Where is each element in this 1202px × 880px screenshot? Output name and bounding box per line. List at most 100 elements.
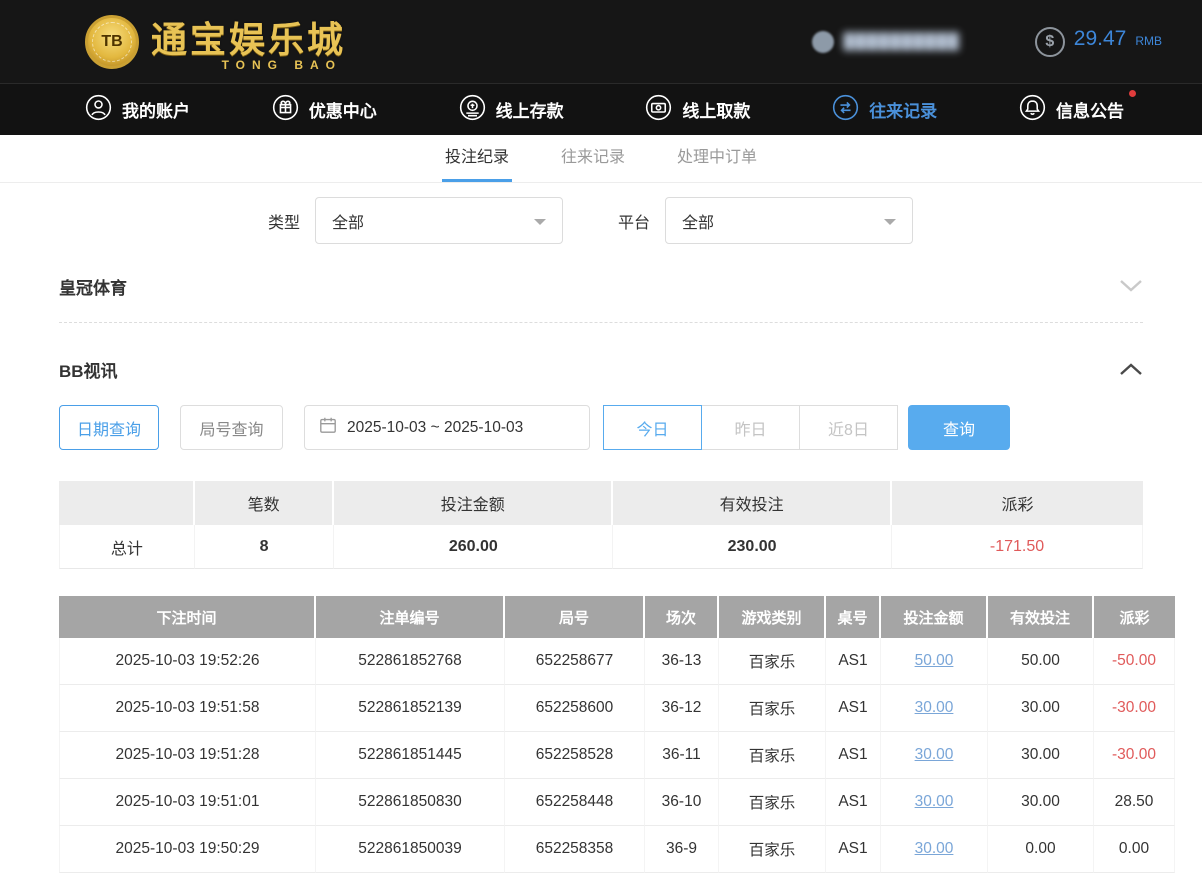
coin-withdraw-icon [645,94,672,126]
cell-valid-bet: 30.00 [988,685,1094,732]
bet-amount-link[interactable]: 50.00 [915,652,954,669]
type-select[interactable]: 全部 [315,197,564,244]
bell-icon [1019,94,1046,126]
table-row: 2025-10-03 19:51:01 522861850830 6522584… [59,779,1175,826]
cell-round: 652258448 [505,779,645,826]
summary-total-row: 总计 8 260.00 230.00 -171.50 [59,525,1143,569]
col-header-payout: 派彩 [1094,596,1175,638]
chevron-down-icon[interactable] [1119,279,1143,293]
platform-select[interactable]: 全部 [665,197,914,244]
chevron-up-icon[interactable] [1119,362,1143,376]
cell-desk: AS1 [826,779,881,826]
summary-header-valid: 有效投注 [613,481,892,525]
cell-round: 652258358 [505,826,645,873]
platform-select-value: 全部 [682,214,715,232]
col-header-game-type: 游戏类别 [719,596,826,638]
summary-table: 笔数 投注金额 有效投注 派彩 总计 8 260.00 230.00 -171.… [59,481,1143,569]
cell-game: 百家乐 [719,685,826,732]
cell-round: 652258600 [505,685,645,732]
calendar-icon [319,416,337,439]
dashed-divider [59,322,1143,323]
cell-payout: -30.00 [1094,732,1175,779]
date-query-button[interactable]: 日期查询 [59,405,159,450]
bet-amount-link[interactable]: 30.00 [915,699,954,716]
cell-valid-bet: 30.00 [988,779,1094,826]
col-header-desk: 桌号 [826,596,881,638]
nav-item-records[interactable]: 往来记录 [832,94,937,126]
user-icon [85,94,112,126]
type-filter-label: 类型 [268,214,301,232]
cell-valid-bet: 0.00 [988,826,1094,873]
cell-bet-id: 522861852139 [316,685,505,732]
cell-time: 2025-10-03 19:52:26 [59,638,316,685]
summary-header-bet: 投注金额 [334,481,614,525]
summary-bet: 260.00 [334,525,614,569]
cell-game: 百家乐 [719,732,826,779]
summary-header-blank [59,481,195,525]
type-select-value: 全部 [332,214,365,232]
nav-label: 信息公告 [1055,102,1124,121]
summary-header-payout: 派彩 [892,481,1143,525]
balance-currency: RMB [1135,33,1162,48]
col-header-round: 局号 [505,596,645,638]
round-query-button[interactable]: 局号查询 [180,405,283,450]
table-row: 2025-10-03 19:51:28 522861851445 6522585… [59,732,1175,779]
balance-amount: 29.47 [1073,26,1127,50]
transfer-records-icon [832,94,859,126]
last-8-days-button[interactable]: 近8日 [799,405,898,450]
bet-amount-link[interactable]: 30.00 [915,746,954,763]
bet-amount-link[interactable]: 30.00 [915,840,954,857]
col-header-valid-bet: 有效投注 [988,596,1094,638]
cell-bet-id: 522861852768 [316,638,505,685]
user-account[interactable]: ██████████ [812,30,959,53]
cell-desk: AS1 [826,685,881,732]
table-row: 2025-10-03 19:51:58 522861852139 6522586… [59,685,1175,732]
balance[interactable]: $ 29.47 RMB [1034,26,1162,57]
nav-item-promotions[interactable]: 优惠中心 [272,94,377,126]
summary-header-count: 笔数 [194,481,335,525]
cell-time: 2025-10-03 19:51:58 [59,685,316,732]
nav-label: 我的账户 [122,102,190,121]
nav-item-announcements[interactable]: 信息公告 [1019,89,1136,126]
tab-transaction-records[interactable]: 往来记录 [558,135,628,182]
cell-payout: 28.50 [1094,779,1175,826]
brand-chip-icon: TB [85,14,139,69]
main-nav: 我的账户 优惠中心 线上存款 线上取款 往来记录 信息公告 [0,83,1202,135]
cell-session: 36-10 [645,779,719,826]
col-header-session: 场次 [645,596,719,638]
notification-dot [1128,89,1136,97]
cell-time: 2025-10-03 19:51:28 [59,732,316,779]
cell-bet-id: 522861851445 [316,732,505,779]
nav-label: 往来记录 [869,102,938,121]
chevron-down-icon [534,218,547,225]
brand-logo: TB 通宝娱乐城 TONG BAO [85,11,346,72]
section-crown-sports: 皇冠体育 [59,264,1143,308]
section-title-crown-sports: 皇冠体育 [59,278,127,298]
brand-name: 通宝娱乐城 [151,20,347,60]
brand-badge-text: TB [92,21,132,62]
search-button[interactable]: 查询 [908,405,1010,450]
col-header-bet-amount: 投注金额 [881,596,988,638]
yesterday-button[interactable]: 昨日 [701,405,800,450]
nav-item-my-account[interactable]: 我的账户 [85,94,190,126]
nav-item-withdraw[interactable]: 线上取款 [645,94,750,126]
tab-pending-orders[interactable]: 处理中订单 [674,135,760,182]
cell-session: 36-12 [645,685,719,732]
cell-round: 652258528 [505,732,645,779]
today-button[interactable]: 今日 [603,405,702,450]
table-row: 2025-10-03 19:50:29 522861850039 6522583… [59,826,1175,873]
bet-amount-link[interactable]: 30.00 [915,793,954,810]
avatar [812,30,835,53]
date-range-input[interactable]: 2025-10-03 ~ 2025-10-03 [304,405,590,450]
nav-label: 线上取款 [682,102,751,121]
tab-bet-records[interactable]: 投注纪录 [441,135,512,182]
cell-time: 2025-10-03 19:51:01 [59,779,316,826]
quick-range-group: 今日 昨日 近8日 [603,405,898,450]
top-bar: TB 通宝娱乐城 TONG BAO ██████████ $ 29.47 RMB [0,0,1202,83]
brand-latin: TONG BAO [221,58,343,72]
cell-bet-id: 522861850039 [316,826,505,873]
cell-session: 36-13 [645,638,719,685]
cell-valid-bet: 50.00 [988,638,1094,685]
cell-bet-id: 522861850830 [316,779,505,826]
nav-item-deposit[interactable]: 线上存款 [459,94,564,126]
